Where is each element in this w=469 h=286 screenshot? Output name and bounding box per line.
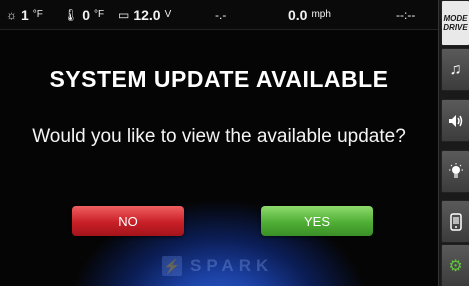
- side-panel: MODE DRIVE ♫ ⚙: [438, 0, 469, 286]
- outside-temp-value: 1: [21, 6, 29, 23]
- music-button[interactable]: ♫: [441, 48, 469, 91]
- inside-temperature: 🌡 0 °F: [63, 7, 104, 23]
- light-bulb-icon: [448, 162, 463, 178]
- speed-unit: mph: [311, 9, 331, 20]
- inside-temp-unit: °F: [94, 9, 105, 20]
- drive-label: DRIVE: [443, 23, 468, 32]
- lightning-icon: ⚡: [162, 256, 182, 276]
- yes-button[interactable]: YES: [261, 206, 373, 236]
- weather-icon: ☼: [6, 7, 17, 22]
- battery-voltage: ▭ 12.0 V: [118, 7, 171, 23]
- status-placeholder: -.-: [215, 8, 226, 22]
- screen: ☼ 1 °F 🌡 0 °F ▭ 12.0 V -.- 0.0 mph --:--…: [0, 0, 469, 286]
- speed-readout: 0.0 mph: [288, 7, 331, 23]
- placeholder-value: -.-: [215, 7, 227, 22]
- status-bar: ☼ 1 °F 🌡 0 °F ▭ 12.0 V -.- 0.0 mph --:--: [0, 0, 438, 30]
- music-note-icon: ♫: [449, 60, 462, 78]
- battery-icon: ▭: [118, 7, 130, 22]
- gear-icon: ⚙: [448, 257, 463, 275]
- dialog-question: Would you like to view the available upd…: [32, 126, 406, 147]
- outside-temp-unit: °F: [32, 9, 43, 20]
- mode-label: MODE: [443, 14, 468, 23]
- phone-button[interactable]: [441, 200, 469, 243]
- volume-button[interactable]: [441, 99, 469, 142]
- spark-logo: ⚡ SPARK: [162, 256, 273, 276]
- no-button[interactable]: NO: [72, 206, 184, 236]
- phone-icon: [449, 212, 462, 231]
- speed-value: 0.0: [288, 6, 308, 23]
- battery-value: 12.0: [133, 6, 161, 23]
- clock: --:--: [396, 8, 415, 22]
- thermometer-icon: 🌡: [63, 7, 79, 22]
- mode-drive-button[interactable]: MODE DRIVE: [441, 0, 469, 46]
- update-dialog: SYSTEM UPDATE AVAILABLE Would you like t…: [0, 30, 438, 286]
- battery-unit: V: [164, 9, 172, 20]
- logo-text: SPARK: [190, 256, 274, 275]
- outside-temperature: ☼ 1 °F: [6, 7, 43, 23]
- time-value: --:--: [396, 7, 416, 22]
- dialog-title: SYSTEM UPDATE AVAILABLE: [49, 66, 389, 92]
- light-button[interactable]: [441, 150, 469, 193]
- volume-icon: [448, 114, 462, 127]
- inside-temp-value: 0: [82, 6, 91, 23]
- settings-button[interactable]: ⚙: [441, 244, 469, 286]
